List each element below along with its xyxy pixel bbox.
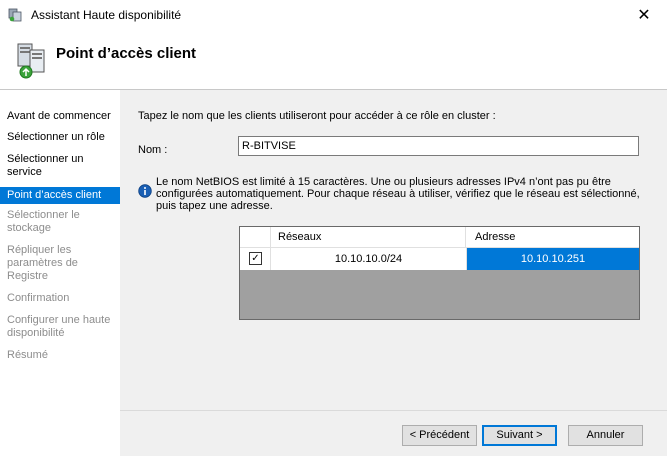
instruction-text: Tapez le nom que les clients utiliseront… [138, 110, 496, 122]
step-selectionner-role[interactable]: Sélectionner un rôle [7, 131, 115, 144]
cancel-button[interactable]: Annuler [568, 425, 643, 446]
page-title: Point d’accès client [56, 45, 197, 62]
step-repliquer-registre: Répliquer les paramètres de Registre [7, 244, 78, 282]
step-point-acces-client[interactable]: Point d’accès client [0, 187, 120, 204]
name-label: Nom : [138, 144, 168, 156]
step-avant-de-commencer[interactable]: Avant de commencer [7, 110, 115, 123]
row-check-cell: ✓ [240, 248, 271, 270]
column-header-adresse[interactable]: Adresse [467, 227, 639, 247]
info-icon [138, 184, 152, 198]
close-icon[interactable]: ✕ [621, 0, 667, 30]
info-message: Le nom NetBIOS est limité à 15 caractère… [156, 176, 640, 212]
table-row[interactable]: ✓ 10.10.10.0/24 10.10.10.251 [240, 248, 639, 270]
step-selectionner-service[interactable]: Sélectionner un service [7, 153, 115, 179]
wizard-steps-sidebar: Avant de commencer Sélectionner un rôle … [0, 90, 120, 456]
name-input[interactable] [238, 136, 639, 156]
networks-grid: Réseaux Adresse ✓ 10.10.10.0/24 10.10.10… [239, 226, 640, 320]
wizard-header: Point d’accès client [0, 30, 667, 90]
network-checkbox[interactable]: ✓ [249, 252, 262, 265]
footer-divider [120, 410, 667, 411]
check-icon: ✓ [251, 252, 260, 264]
header-check-column [240, 227, 271, 247]
step-selectionner-stockage: Sélectionner le stockage [7, 209, 80, 234]
column-header-reseaux[interactable]: Réseaux [271, 227, 466, 247]
cluster-app-icon [8, 8, 22, 22]
next-button[interactable]: Suivant > [482, 425, 557, 446]
address-cell[interactable]: 10.10.10.251 [467, 248, 639, 270]
step-configurer-haute-disponibilite: Configurer une haute disponibilité [7, 314, 111, 339]
network-cell[interactable]: 10.10.10.0/24 [271, 248, 467, 270]
title-bar: Assistant Haute disponibilité ✕ [0, 0, 667, 30]
window-title: Assistant Haute disponibilité [31, 8, 182, 22]
wizard-content: Tapez le nom que les clients utiliseront… [120, 90, 667, 456]
step-resume: Résumé [7, 349, 48, 361]
grid-header: Réseaux Adresse [240, 227, 639, 248]
cluster-wizard-icon [17, 43, 45, 79]
previous-button[interactable]: < Précédent [402, 425, 477, 446]
step-confirmation: Confirmation [7, 292, 70, 304]
